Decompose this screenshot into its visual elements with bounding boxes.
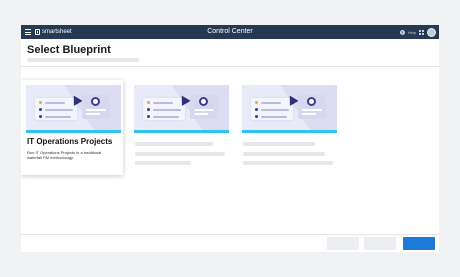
person-icon bbox=[307, 97, 316, 106]
top-right-tools: ? Help bbox=[399, 27, 436, 37]
thumbnail-accent-bar bbox=[242, 130, 337, 133]
blueprint-card-it-operations[interactable]: IT Operations Projects Run IT Operations… bbox=[21, 80, 123, 175]
thumbnail-profile-card bbox=[298, 95, 326, 119]
title-skeleton bbox=[135, 142, 213, 146]
card-description: Run IT Operations Projects in a traditio… bbox=[27, 150, 102, 160]
blueprint-card-loading[interactable] bbox=[129, 80, 231, 175]
help-icon[interactable]: ? bbox=[399, 29, 405, 35]
subtitle-placeholder bbox=[27, 58, 139, 62]
thumbnail-accent-bar bbox=[134, 130, 229, 133]
description-skeleton bbox=[135, 161, 191, 165]
avatar[interactable] bbox=[427, 27, 436, 37]
footer-back-button[interactable] bbox=[364, 237, 396, 250]
description-skeleton bbox=[243, 161, 333, 165]
blueprint-thumbnail bbox=[26, 85, 121, 133]
footer-secondary-button[interactable] bbox=[327, 237, 359, 250]
app-title: Control Center bbox=[207, 28, 253, 35]
top-bar: smartsheet Control Center ? Help bbox=[21, 25, 439, 39]
app-grid-icon[interactable] bbox=[419, 29, 424, 35]
thumbnail-accent-bar bbox=[26, 130, 121, 133]
footer-primary-button[interactable] bbox=[403, 237, 435, 250]
thumbnail-profile-card bbox=[190, 95, 218, 119]
footer-divider bbox=[21, 234, 439, 235]
page-title: Select Blueprint bbox=[27, 44, 111, 56]
control-center-window: smartsheet Control Center ? Help Select … bbox=[21, 25, 439, 252]
thumbnail-profile-card bbox=[82, 95, 110, 119]
card-title: IT Operations Projects bbox=[27, 137, 113, 146]
person-icon bbox=[199, 97, 208, 106]
description-skeleton bbox=[243, 152, 325, 156]
help-label[interactable]: Help bbox=[408, 30, 416, 35]
blueprint-thumbnail bbox=[134, 85, 229, 133]
person-icon bbox=[91, 97, 100, 106]
blueprint-thumbnail bbox=[242, 85, 337, 133]
blueprint-card-loading[interactable] bbox=[237, 80, 339, 175]
description-skeleton bbox=[135, 152, 225, 156]
header-divider bbox=[21, 66, 439, 67]
title-skeleton bbox=[243, 142, 315, 146]
